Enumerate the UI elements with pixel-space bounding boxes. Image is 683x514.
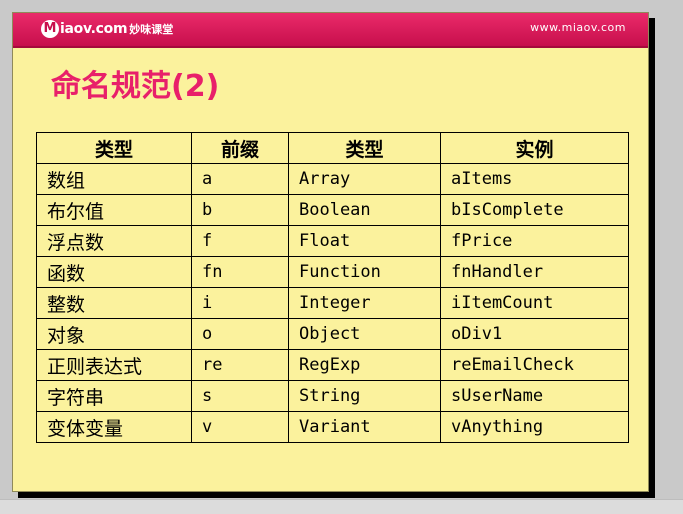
column-header-example: 实例 — [440, 132, 629, 164]
cell-prefix: re — [191, 349, 289, 381]
cell-type-name: String — [288, 380, 441, 412]
cell-example: oDiv1 — [440, 318, 629, 350]
cell-prefix: v — [191, 411, 289, 443]
cell-type-name: Function — [288, 256, 441, 288]
table-row: 正则表达式 re RegExp reEmailCheck — [36, 349, 629, 381]
cell-type: 字符串 — [36, 380, 192, 412]
table-row: 数组 a Array aItems — [36, 163, 629, 195]
cell-type-name: RegExp — [288, 349, 441, 381]
cell-prefix: a — [191, 163, 289, 195]
cell-example: aItems — [440, 163, 629, 195]
cell-prefix: s — [191, 380, 289, 412]
cell-type: 布尔值 — [36, 194, 192, 226]
cell-type: 浮点数 — [36, 225, 192, 257]
slide-title: 命名规范(2) — [51, 69, 220, 104]
window-bottom-bar — [0, 499, 683, 514]
table-row: 变体变量 v Variant vAnything — [36, 411, 629, 443]
cell-type: 数组 — [36, 163, 192, 195]
table-header-row: 类型 前缀 类型 实例 — [36, 132, 629, 164]
logo-chinese-text: 妙味课堂 — [129, 23, 174, 36]
cell-prefix: i — [191, 287, 289, 319]
cell-type-name: Array — [288, 163, 441, 195]
cell-prefix: f — [191, 225, 289, 257]
cell-example: iItemCount — [440, 287, 629, 319]
cell-prefix: o — [191, 318, 289, 350]
table-row: 布尔值 b Boolean bIsComplete — [36, 194, 629, 226]
cell-example: fPrice — [440, 225, 629, 257]
cell-example: reEmailCheck — [440, 349, 629, 381]
cell-example: bIsComplete — [440, 194, 629, 226]
cell-example: sUserName — [440, 380, 629, 412]
slide-header: M iaov.com 妙味课堂 www.miaov.com — [13, 13, 648, 48]
cell-type: 正则表达式 — [36, 349, 192, 381]
miaov-logo: M iaov.com 妙味课堂 — [41, 18, 173, 40]
cell-type: 整数 — [36, 287, 192, 319]
table-row: 对象 o Object oDiv1 — [36, 318, 629, 350]
site-url: www.miaov.com — [530, 21, 626, 34]
cell-type-name: Boolean — [288, 194, 441, 226]
cell-prefix: b — [191, 194, 289, 226]
cell-type-name: Variant — [288, 411, 441, 443]
cell-type: 对象 — [36, 318, 192, 350]
table-row: 函数 fn Function fnHandler — [36, 256, 629, 288]
logo-badge: M — [41, 20, 59, 38]
slide: M iaov.com 妙味课堂 www.miaov.com 命名规范(2) 类型… — [12, 12, 649, 492]
cell-type-name: Float — [288, 225, 441, 257]
logo-text: iaov.com — [60, 21, 128, 37]
cell-example: vAnything — [440, 411, 629, 443]
naming-convention-table: 类型 前缀 类型 实例 数组 a Array aItems 布尔值 b Bool… — [36, 132, 629, 443]
cell-type: 函数 — [36, 256, 192, 288]
cell-type: 变体变量 — [36, 411, 192, 443]
column-header-prefix: 前缀 — [191, 132, 289, 164]
table-row: 整数 i Integer iItemCount — [36, 287, 629, 319]
cell-example: fnHandler — [440, 256, 629, 288]
table-row: 字符串 s String sUserName — [36, 380, 629, 412]
cell-prefix: fn — [191, 256, 289, 288]
cell-type-name: Object — [288, 318, 441, 350]
column-header-type-name: 类型 — [288, 132, 441, 164]
column-header-type: 类型 — [36, 132, 192, 164]
table-row: 浮点数 f Float fPrice — [36, 225, 629, 257]
cell-type-name: Integer — [288, 287, 441, 319]
